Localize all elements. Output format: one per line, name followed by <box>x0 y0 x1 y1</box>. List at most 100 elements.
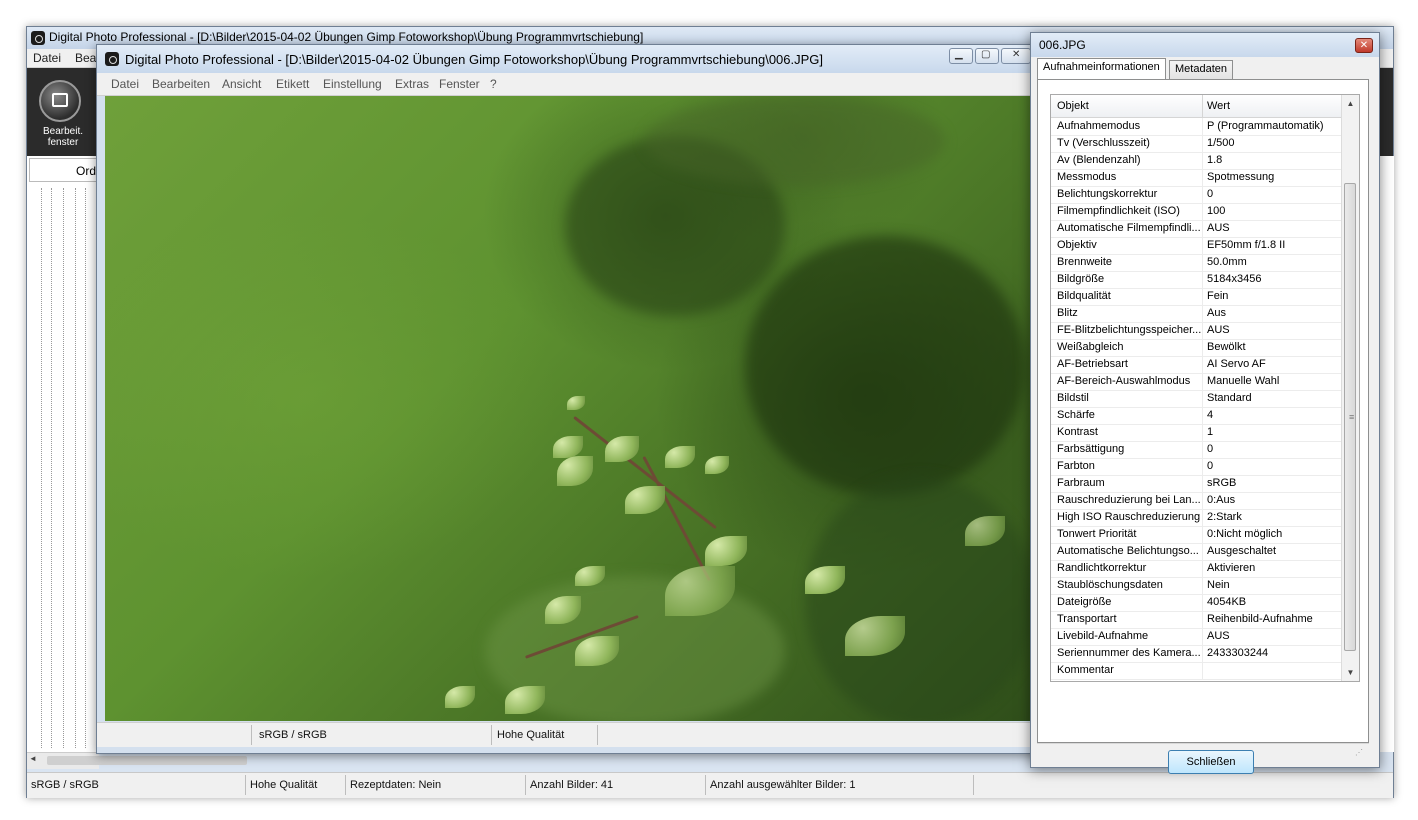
status-separator <box>251 725 252 745</box>
image-window-title: Digital Photo Professional - [D:\Bilder\… <box>125 52 824 67</box>
edit-window-button[interactable] <box>39 80 81 122</box>
menu-fenster[interactable]: Fenster <box>439 77 480 91</box>
column-separator <box>1202 169 1203 186</box>
table-row[interactable]: Objektiv EF50mm f/1.8 II <box>1051 237 1341 255</box>
table-row[interactable]: Rauschreduzierung bei Lan... 0:Aus <box>1051 492 1341 510</box>
scroll-left-icon[interactable]: ◄ <box>29 754 37 763</box>
column-separator <box>1202 220 1203 237</box>
row-key: Tonwert Priorität <box>1057 528 1137 540</box>
menu-bearbeiten[interactable]: Bea <box>75 51 96 65</box>
menu-datei[interactable]: Datei <box>111 77 139 91</box>
table-row[interactable]: Weißabgleich Bewölkt <box>1051 339 1341 357</box>
image-menubar: Datei Bearbeiten Ansicht Etikett Einstel… <box>97 73 1049 96</box>
table-row[interactable]: Tv (Verschlusszeit) 1/500 <box>1051 135 1341 153</box>
maximize-button[interactable]: ▢ <box>975 48 999 64</box>
menu-einstellung[interactable]: Einstellung <box>323 77 382 91</box>
table-row[interactable]: Messmodus Spotmessung <box>1051 169 1341 187</box>
resize-grip-icon[interactable]: ⋰ <box>1355 748 1363 757</box>
table-row[interactable]: Farbton 0 <box>1051 458 1341 476</box>
menu-extras[interactable]: Extras <box>395 77 429 91</box>
table-row[interactable]: Transportart Reihenbild-Aufnahme <box>1051 611 1341 629</box>
close-button[interactable]: ✕ <box>1001 48 1031 64</box>
scrollbar-thumb[interactable]: ≡ <box>1344 183 1356 651</box>
row-value: 4054KB <box>1207 596 1247 608</box>
table-row[interactable]: Blitz Aus <box>1051 305 1341 323</box>
scrollbar-thumb[interactable] <box>47 756 247 765</box>
table-row[interactable]: Farbraum sRGB <box>1051 475 1341 493</box>
row-key: Seriennummer des Kamera... <box>1057 647 1201 659</box>
app-icon <box>105 52 119 66</box>
table-row[interactable]: Brennweite 50.0mm <box>1051 254 1341 272</box>
row-value: 5184x3456 <box>1207 273 1262 285</box>
table-row[interactable]: Dateigröße 4054KB <box>1051 594 1341 612</box>
status-separator <box>705 775 706 795</box>
menu-datei[interactable]: Datei <box>33 51 61 65</box>
tab-aufnahmeinformationen[interactable]: Aufnahmeinformationen <box>1037 58 1166 79</box>
table-row[interactable]: Bildqualität Fein <box>1051 288 1341 306</box>
row-value: AUS <box>1207 324 1230 336</box>
table-row[interactable]: Staublöschungsdaten Nein <box>1051 577 1341 595</box>
table-row[interactable]: Automatische Belichtungso... Ausgeschalte… <box>1051 543 1341 561</box>
table-row[interactable]: Filmempfindlichkeit (ISO) 100 <box>1051 203 1341 221</box>
table-row[interactable]: Schärfe 4 <box>1051 407 1341 425</box>
minimize-button[interactable]: ▁ <box>949 48 973 64</box>
column-separator <box>1202 475 1203 492</box>
toolbar-right-edge <box>1379 68 1393 156</box>
menu-bearbeiten[interactable]: Bearbeiten <box>152 77 210 91</box>
table-row[interactable]: AF-Betriebsart AI Servo AF <box>1051 356 1341 374</box>
row-value: 50.0mm <box>1207 256 1247 268</box>
dialog-close-button[interactable]: ✕ <box>1355 38 1373 53</box>
table-row[interactable]: AF-Bereich-Auswahlmodus Manuelle Wahl <box>1051 373 1341 391</box>
image-window-titlebar[interactable]: Digital Photo Professional - [D:\Bilder\… <box>97 45 1049 73</box>
table-row[interactable]: Bildgröße 5184x3456 <box>1051 271 1341 289</box>
dialog-footer: ⋰ <box>1037 743 1369 762</box>
row-value: 4 <box>1207 409 1214 421</box>
photo-preview[interactable] <box>105 96 1033 721</box>
folder-tab[interactable]: Ordn <box>29 158 103 182</box>
row-key: Livebild-Aufnahme <box>1057 630 1149 642</box>
table-row[interactable]: High ISO Rauschreduzierung 2:Stark <box>1051 509 1341 527</box>
table-row[interactable]: FE-Blitzbelichtungsspeicher... AUS <box>1051 322 1341 340</box>
table-row[interactable]: Randlichtkorrektur Aktivieren <box>1051 560 1341 578</box>
menu-help[interactable]: ? <box>490 77 497 91</box>
photo-shape <box>625 486 665 514</box>
info-table: Objekt Wert Aufnahmemodus P (Programmauto… <box>1050 94 1360 682</box>
app-icon <box>31 31 45 45</box>
table-row[interactable]: Automatische Filmempfindli... AUS <box>1051 220 1341 238</box>
tab-panel: Objekt Wert Aufnahmemodus P (Programmauto… <box>1037 79 1369 774</box>
table-row[interactable]: Tonwert Priorität 0:Nicht möglich <box>1051 526 1341 544</box>
table-row[interactable]: Bildstil Standard <box>1051 390 1341 408</box>
table-row[interactable]: Kontrast 1 <box>1051 424 1341 442</box>
info-dialog-titlebar[interactable]: 006.JPG ✕ <box>1031 33 1379 57</box>
column-separator <box>1202 526 1203 543</box>
table-row[interactable]: Livebild-Aufnahme AUS <box>1051 628 1341 646</box>
scroll-down-icon[interactable]: ▼ <box>1342 664 1359 681</box>
table-row[interactable]: Av (Blendenzahl) 1.8 <box>1051 152 1341 170</box>
tree-line <box>51 188 52 748</box>
row-value: 2:Stark <box>1207 511 1242 523</box>
main-window-title: Digital Photo Professional - [D:\Bilder\… <box>49 30 644 44</box>
menu-ansicht[interactable]: Ansicht <box>222 77 261 91</box>
table-row[interactable]: Aufnahmemodus P (Programmautomatik) <box>1051 118 1341 136</box>
column-separator <box>1202 135 1203 152</box>
column-separator <box>1202 458 1203 475</box>
main-statusbar: sRGB / sRGB Hohe Qualität Rezeptdaten: N… <box>27 772 1393 798</box>
status-recipe: Rezeptdaten: Nein <box>350 779 442 791</box>
scroll-up-icon[interactable]: ▲ <box>1342 95 1359 112</box>
main-toolbar: Bearbeit. fenster <box>27 68 99 156</box>
tab-metadaten[interactable]: Metadaten <box>1169 60 1233 79</box>
column-separator <box>1202 424 1203 441</box>
table-row[interactable]: Belichtungskorrektur 0 <box>1051 186 1341 204</box>
table-row[interactable]: Farbsättigung 0 <box>1051 441 1341 459</box>
table-row[interactable]: Seriennummer des Kamera... 2433303244 <box>1051 645 1341 663</box>
info-table-scrollbar[interactable]: ▲ ≡ ▼ <box>1341 95 1359 681</box>
column-separator <box>1202 186 1203 203</box>
column-header-objekt[interactable]: Objekt <box>1057 100 1089 112</box>
column-header-wert[interactable]: Wert <box>1207 100 1230 112</box>
menu-etikett[interactable]: Etikett <box>276 77 309 91</box>
maximize-icon: ▢ <box>981 49 991 60</box>
column-separator[interactable] <box>1202 95 1203 117</box>
table-row[interactable]: Kommentar <box>1051 662 1341 680</box>
folder-horizontal-scrollbar[interactable]: ◄ <box>27 752 247 769</box>
column-separator <box>1202 203 1203 220</box>
